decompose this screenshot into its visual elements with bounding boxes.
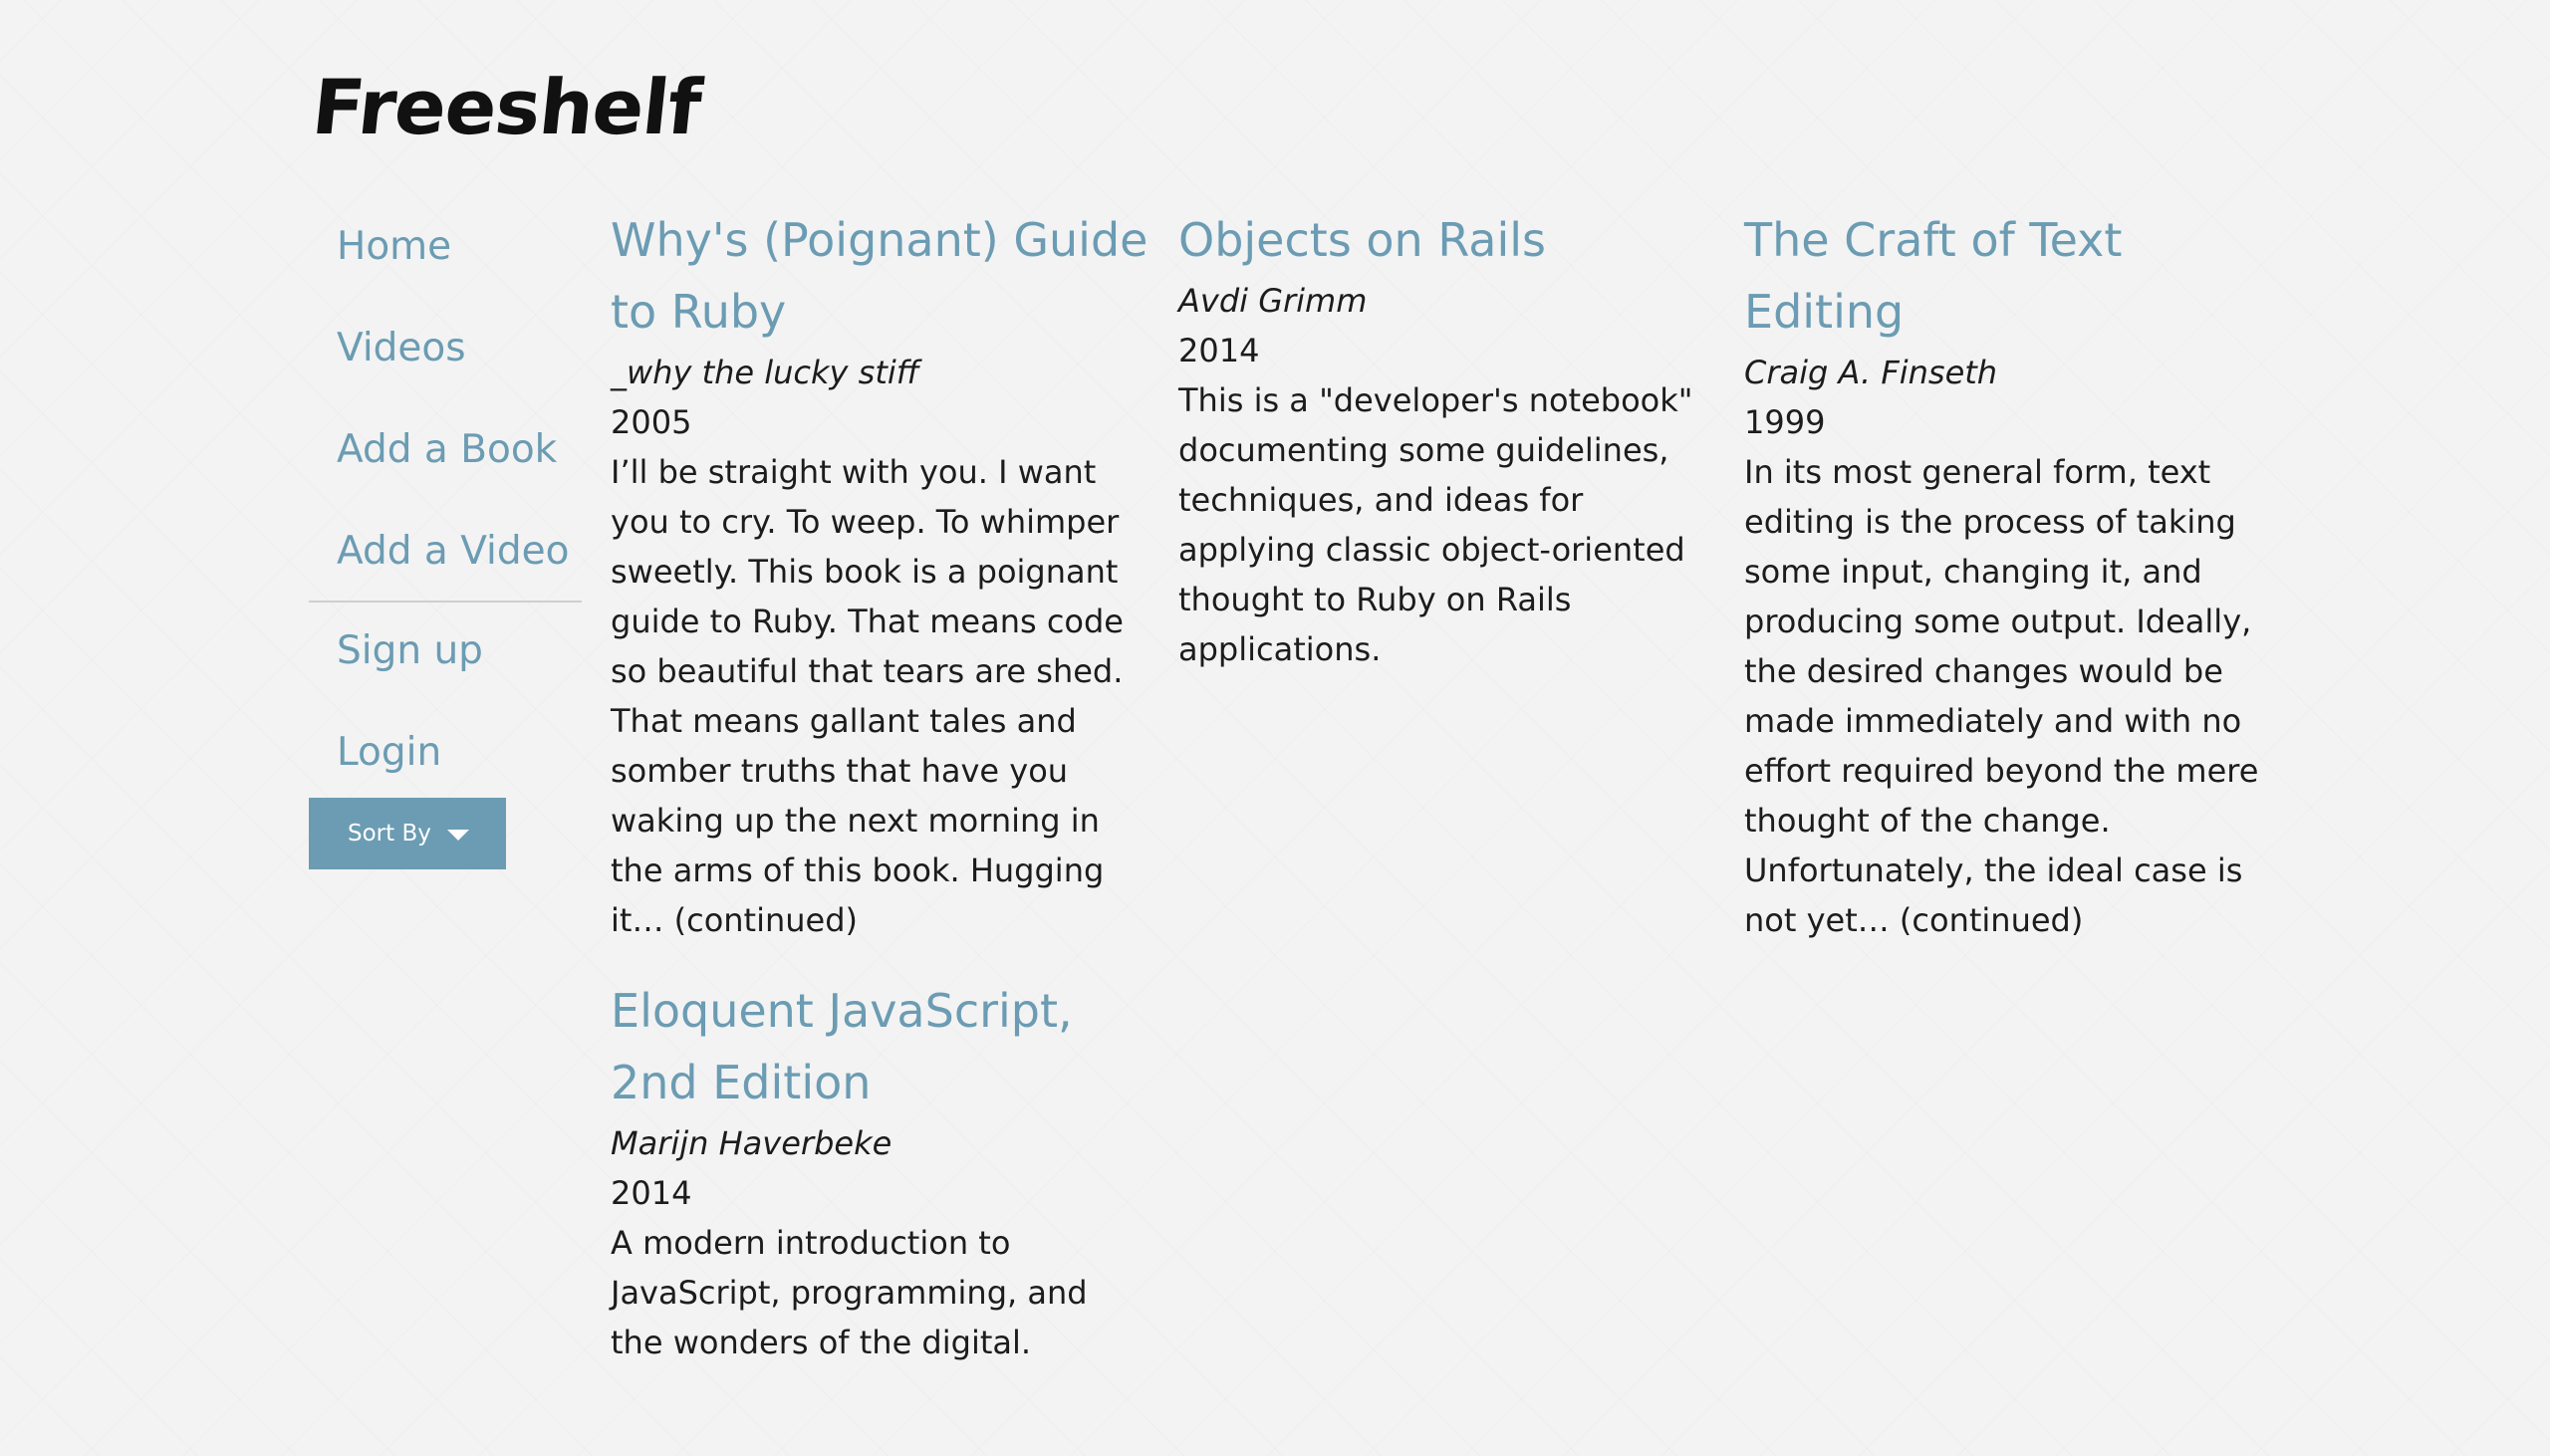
book-description: In its most general form, text editing i… bbox=[1744, 453, 2259, 939]
nav-item-login[interactable]: Login bbox=[309, 720, 582, 798]
book-year: 2005 bbox=[611, 403, 692, 441]
auth-nav: Sign up Login bbox=[309, 618, 582, 798]
nav-item-home[interactable]: Home bbox=[309, 214, 582, 316]
nav-divider bbox=[309, 601, 582, 603]
book-year: 1999 bbox=[1744, 403, 1826, 441]
nav-item-add-book[interactable]: Add a Book bbox=[309, 417, 582, 519]
book-card: The Craft of Text Editing Craig A. Finse… bbox=[1744, 204, 2277, 945]
caret-down-icon bbox=[446, 830, 469, 841]
main-nav: Home Videos Add a Book Add a Video bbox=[309, 214, 582, 599]
nav-item-videos[interactable]: Videos bbox=[309, 316, 582, 417]
book-card: Objects on Rails Avdi Grimm 2014 This is… bbox=[1178, 204, 1711, 674]
book-title-link[interactable]: Why's (Poignant) Guide to Ruby bbox=[611, 204, 1148, 348]
book-card: Why's (Poignant) Guide to Ruby _why the … bbox=[611, 204, 1148, 945]
book-author: Marijn Haverbeke bbox=[611, 1124, 892, 1162]
book-title-link[interactable]: The Craft of Text Editing bbox=[1744, 204, 2277, 348]
sort-by-button[interactable]: Sort By bbox=[309, 798, 506, 869]
book-description: A modern introduction to JavaScript, pro… bbox=[611, 1224, 1088, 1361]
sort-by-label: Sort By bbox=[348, 821, 431, 847]
book-title-link[interactable]: Eloquent JavaScript, 2nd Edition bbox=[611, 975, 1148, 1118]
site-logo[interactable]: Freeshelf bbox=[308, 63, 704, 151]
book-author: Craig A. Finseth bbox=[1744, 354, 1998, 391]
nav-item-sign-up[interactable]: Sign up bbox=[309, 618, 582, 720]
book-year: 2014 bbox=[611, 1174, 692, 1212]
book-author: _why the lucky stiff bbox=[611, 354, 919, 391]
sidebar: Home Videos Add a Book Add a Video Sign … bbox=[309, 214, 582, 869]
book-year: 2014 bbox=[1178, 332, 1260, 369]
nav-item-add-video[interactable]: Add a Video bbox=[309, 519, 582, 599]
book-card: Eloquent JavaScript, 2nd Edition Marijn … bbox=[611, 975, 1148, 1367]
book-author: Avdi Grimm bbox=[1178, 282, 1368, 320]
book-description: This is a "developer's notebook" documen… bbox=[1178, 381, 1693, 668]
book-description: I’ll be straight with you. I want you to… bbox=[611, 453, 1124, 939]
book-title-link[interactable]: Objects on Rails bbox=[1178, 204, 1711, 276]
